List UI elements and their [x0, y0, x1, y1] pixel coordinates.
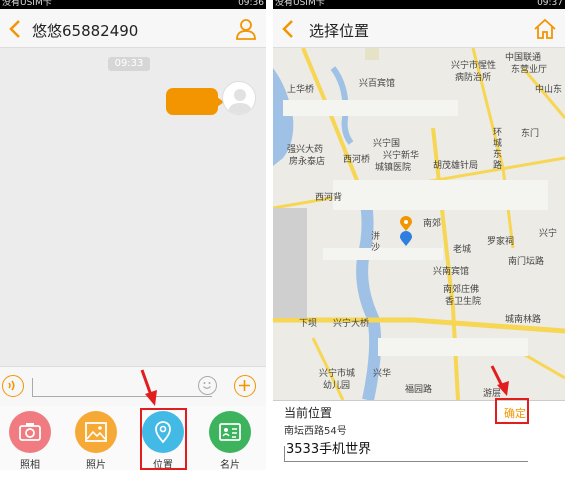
map-label: 兴宁大桥 — [333, 319, 370, 329]
contact-title: 悠悠65882490 — [32, 22, 139, 40]
status-bar: 没有USIM卡 09:36 — [0, 0, 266, 9]
clock: 09:36 — [238, 0, 264, 8]
page-title: 选择位置 — [309, 22, 370, 40]
map-label: 南门坛路 — [508, 257, 545, 267]
picker-header: 选择位置 — [273, 9, 565, 48]
chat-screen: 没有USIM卡 09:36 悠悠65882490 09:33 照相 照片 位置 … — [0, 0, 266, 470]
map-label: 香卫生院 — [445, 297, 482, 307]
pointer-arrow-icon — [140, 369, 157, 406]
map-label: 病防治所 — [455, 73, 492, 83]
carrier-label: 没有USIM卡 — [2, 0, 52, 8]
message-area[interactable]: 09:33 — [0, 48, 266, 366]
contact-profile-icon[interactable] — [234, 17, 258, 41]
map-label: 兴百宾馆 — [359, 79, 396, 89]
clock: 09:37 — [537, 0, 563, 8]
map-label: 房永泰店 — [289, 157, 326, 167]
user-avatar-icon — [228, 89, 252, 114]
voice-icon[interactable] — [2, 375, 24, 397]
photo-button[interactable]: 照片 — [72, 411, 120, 470]
camera-label: 照相 — [20, 460, 40, 470]
map-label: 城镇医院 — [375, 163, 412, 173]
map-label: 兴宁 — [539, 229, 558, 239]
photo-label: 照片 — [86, 460, 106, 470]
map-label: 福园路 — [405, 385, 433, 395]
chat-header: 悠悠65882490 — [0, 9, 266, 48]
current-location-title: 当前位置 — [284, 406, 333, 420]
map-label: 上华桥 — [287, 85, 315, 95]
map-label: 胡茂雄针局 — [433, 161, 479, 171]
sent-message-bubble[interactable] — [166, 88, 224, 115]
map-label: 南郊 — [423, 219, 442, 229]
photo-icon — [75, 411, 117, 453]
map-view[interactable]: 中国联通 东营业厅 兴宁市惺性 病防治所 兴百宾馆 中山东 上华桥 东门 环城东… — [273, 48, 565, 400]
map-label: 罗家祠 — [487, 237, 515, 247]
attachment-tray: 照相 照片 位置 名片 — [0, 406, 266, 470]
location-picker-screen: 没有USIM卡 09:37 选择位置 中国联通 东营业厅 兴宁市惺性 病防治所 … — [273, 0, 565, 470]
input-bar — [0, 366, 266, 406]
map-label: 下坝 — [299, 319, 318, 329]
map-label: 洴沙 — [371, 232, 381, 253]
confirm-highlight-box — [495, 398, 529, 424]
map-label: 老城 — [453, 245, 472, 255]
plus-icon[interactable] — [234, 375, 256, 397]
carrier-label: 没有USIM卡 — [275, 0, 325, 8]
contact-card-button[interactable]: 名片 — [206, 411, 254, 470]
location-name-input[interactable]: 3533手机世界 — [284, 440, 528, 462]
home-icon[interactable] — [533, 17, 557, 41]
map-label: 东门 — [521, 129, 540, 139]
status-bar: 没有USIM卡 09:37 — [273, 0, 565, 9]
location-highlight-box — [140, 408, 187, 470]
contact-card-icon — [209, 411, 251, 453]
map-canvas — [273, 48, 565, 400]
map-label: 西河背 — [315, 193, 343, 203]
camera-button[interactable]: 照相 — [6, 411, 54, 470]
avatar[interactable] — [222, 81, 256, 115]
emoji-icon[interactable] — [198, 376, 217, 395]
map-label: 兴华 — [373, 369, 392, 379]
map-label: 兴南宾馆 — [433, 267, 470, 277]
message-input[interactable] — [32, 375, 212, 397]
map-label: 中山东 — [535, 85, 563, 95]
location-address: 南坛西路54号 — [284, 426, 347, 437]
message-timestamp: 09:33 — [108, 57, 150, 71]
map-marker-icon — [400, 216, 412, 246]
map-label: 幼儿园 — [323, 381, 351, 391]
back-arrow-icon[interactable] — [8, 19, 22, 39]
back-arrow-icon[interactable] — [281, 19, 295, 39]
map-label: 西河桥 — [343, 155, 371, 165]
pointer-arrow-icon — [490, 365, 509, 396]
contact-card-label: 名片 — [220, 460, 240, 470]
map-label: 环城东路 — [493, 128, 503, 171]
map-label: 城南林路 — [505, 315, 542, 325]
camera-icon — [9, 411, 51, 453]
map-label: 东营业厅 — [511, 65, 548, 75]
